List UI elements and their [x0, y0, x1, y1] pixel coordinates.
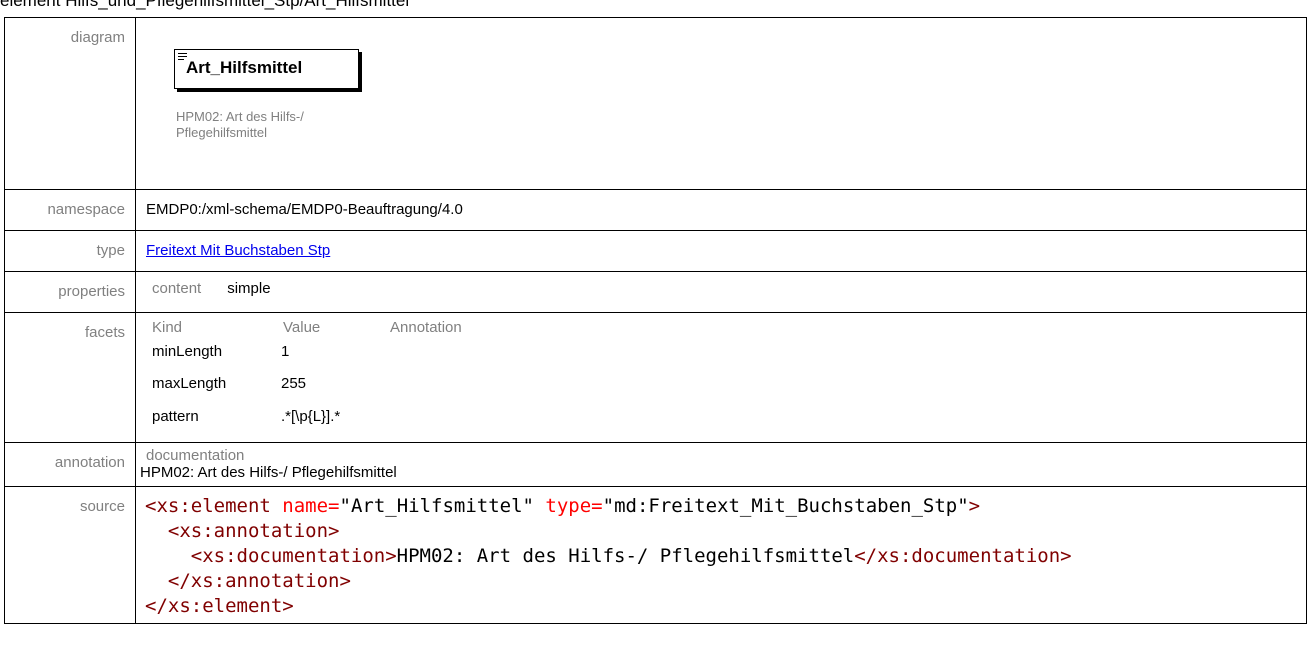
element-node-doc: HPM02: Art des Hilfs-/ Pflegehilfsmittel: [176, 109, 356, 141]
element-node-doc-line: HPM02: Art des Hilfs-/: [176, 109, 304, 124]
src-tag: </xs:annotation>: [167, 570, 351, 592]
namespace-value: EMDP0:/xml-schema/EMDP0-Beauftragung/4.0: [135, 189, 1307, 231]
properties-row: properties content simple: [4, 271, 1307, 313]
facet-kind: minLength: [152, 343, 223, 360]
src-tag: >: [968, 495, 981, 517]
label-type: type: [4, 230, 136, 272]
label-source: source: [4, 486, 136, 624]
property-key: content: [152, 280, 202, 297]
properties-cell: content simple: [135, 271, 1307, 313]
annotation-key: documentation: [146, 447, 245, 464]
annotation-cell: documentation HPM02: Art des Hilfs-/ Pfl…: [135, 442, 1307, 487]
element-node-name: Art_Hilfsmittel: [186, 58, 303, 77]
src-tag: <xs:element: [145, 495, 271, 517]
annotation-text: HPM02: Art des Hilfs-/ Pflegehilfsmittel: [140, 464, 397, 481]
facet-row: minLength 1: [152, 336, 1296, 367]
facets-cell: Kind Value Annotation minLength 1 maxLen…: [135, 312, 1307, 443]
facet-value: 1: [281, 343, 290, 360]
property-value: simple: [227, 280, 271, 297]
type-cell: Freitext Mit Buchstaben Stp: [135, 230, 1307, 272]
src-text: HPM02: Art des Hilfs-/ Pflegehilfsmittel: [396, 545, 855, 567]
source-code: <xs:element name="Art_Hilfsmittel" type=…: [145, 493, 1296, 619]
element-node[interactable]: Art_Hilfsmittel: [174, 49, 359, 89]
src-tag: </xs:documentation>: [854, 545, 1072, 567]
src-tag: <xs:annotation>: [167, 520, 340, 542]
src-attr: name=: [282, 495, 340, 517]
label-diagram: diagram: [4, 17, 136, 190]
src-tag: </xs:element>: [145, 595, 294, 617]
facets-header-value: Value: [283, 319, 321, 336]
label-annotation: annotation: [4, 442, 136, 487]
page-title: element Hilfs_und_Pflegehilfsmittel_Stp/…: [0, 0, 410, 10]
source-cell: <xs:element name="Art_Hilfsmittel" type=…: [135, 486, 1307, 624]
facet-value: .*[\p{L}].*: [281, 408, 341, 425]
diagram-row: diagram Art_Hilfsmittel HPM02: Art des H…: [4, 17, 1307, 190]
element-doc-table: diagram Art_Hilfsmittel HPM02: Art des H…: [4, 17, 1307, 624]
annotation-row: annotation documentation HPM02: Art des …: [4, 442, 1307, 487]
facet-kind: maxLength: [152, 375, 227, 392]
diagram-cell: Art_Hilfsmittel HPM02: Art des Hilfs-/ P…: [135, 17, 1307, 190]
facet-row: pattern .*[\p{L}].*: [152, 400, 1296, 433]
diagram: Art_Hilfsmittel HPM02: Art des Hilfs-/ P…: [146, 26, 446, 176]
label-properties: properties: [4, 271, 136, 313]
src-value: "Art_Hilfsmittel": [339, 495, 534, 517]
element-node-doc-line: Pflegehilfsmittel: [176, 125, 268, 140]
source-row: source <xs:element name="Art_Hilfsmittel…: [4, 486, 1307, 624]
facet-kind: pattern: [152, 408, 199, 425]
src-attr: type=: [545, 495, 603, 517]
src-value: "md:Freitext_Mit_Buchstaben_Stp": [602, 495, 969, 517]
facets-header: Kind Value Annotation: [152, 319, 1296, 336]
facet-value: 255: [281, 375, 307, 392]
type-link[interactable]: Freitext Mit Buchstaben Stp: [146, 242, 330, 259]
label-facets: facets: [4, 312, 136, 443]
src-tag: <xs:documentation>: [190, 545, 397, 567]
label-namespace: namespace: [4, 189, 136, 231]
facets-row: facets Kind Value Annotation minLength 1…: [4, 312, 1307, 443]
facets-header-annotation: Annotation: [390, 319, 462, 336]
namespace-row: namespace EMDP0:/xml-schema/EMDP0-Beauft…: [4, 189, 1307, 231]
type-row: type Freitext Mit Buchstaben Stp: [4, 230, 1307, 272]
property-item: content simple: [152, 280, 1296, 297]
facets-header-kind: Kind: [152, 319, 183, 336]
facet-row: maxLength 255: [152, 367, 1296, 400]
